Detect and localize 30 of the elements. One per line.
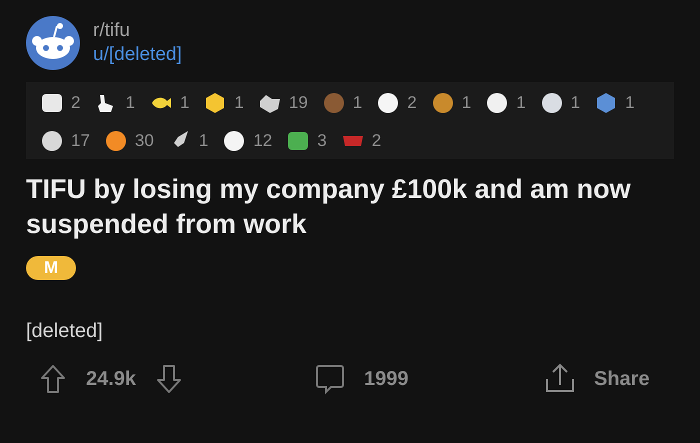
award-count: 1 bbox=[352, 93, 362, 113]
award-count: 1 bbox=[462, 93, 472, 113]
avatar-icon bbox=[26, 16, 80, 70]
share-button[interactable]: Share bbox=[544, 363, 650, 395]
award-count: 1 bbox=[625, 93, 635, 113]
award-count: 2 bbox=[71, 93, 80, 113]
award-count: 1 bbox=[234, 93, 244, 113]
award-count: 19 bbox=[288, 93, 308, 113]
award-count: 1 bbox=[516, 93, 526, 113]
downvote-icon[interactable] bbox=[156, 364, 182, 394]
post-body: [deleted] bbox=[26, 320, 104, 343]
author-link[interactable]: u/[deleted] bbox=[93, 44, 182, 66]
score: 24.9k bbox=[86, 368, 136, 390]
award-count: 3 bbox=[317, 131, 327, 151]
award-count: 1 bbox=[198, 131, 208, 151]
award-count: 1 bbox=[570, 93, 580, 113]
award-count: 30 bbox=[134, 131, 154, 151]
award-count: 12 bbox=[253, 131, 272, 151]
upvote-icon[interactable] bbox=[40, 364, 66, 394]
flair-tag: M bbox=[26, 256, 76, 280]
award-count: 2 bbox=[372, 131, 382, 151]
award-count: 2 bbox=[407, 93, 417, 113]
award-count: 17 bbox=[71, 131, 90, 151]
post-title[interactable]: TIFU by losing my company £100k and am now suspended from work bbox=[26, 172, 674, 242]
subreddit-link[interactable]: r/tifu bbox=[93, 20, 182, 42]
award-count: 1 bbox=[180, 93, 190, 113]
share-icon bbox=[544, 363, 576, 395]
comment-icon[interactable] bbox=[314, 363, 346, 395]
award-count: 1 bbox=[125, 93, 135, 113]
comment-count: 1999 bbox=[364, 368, 408, 390]
